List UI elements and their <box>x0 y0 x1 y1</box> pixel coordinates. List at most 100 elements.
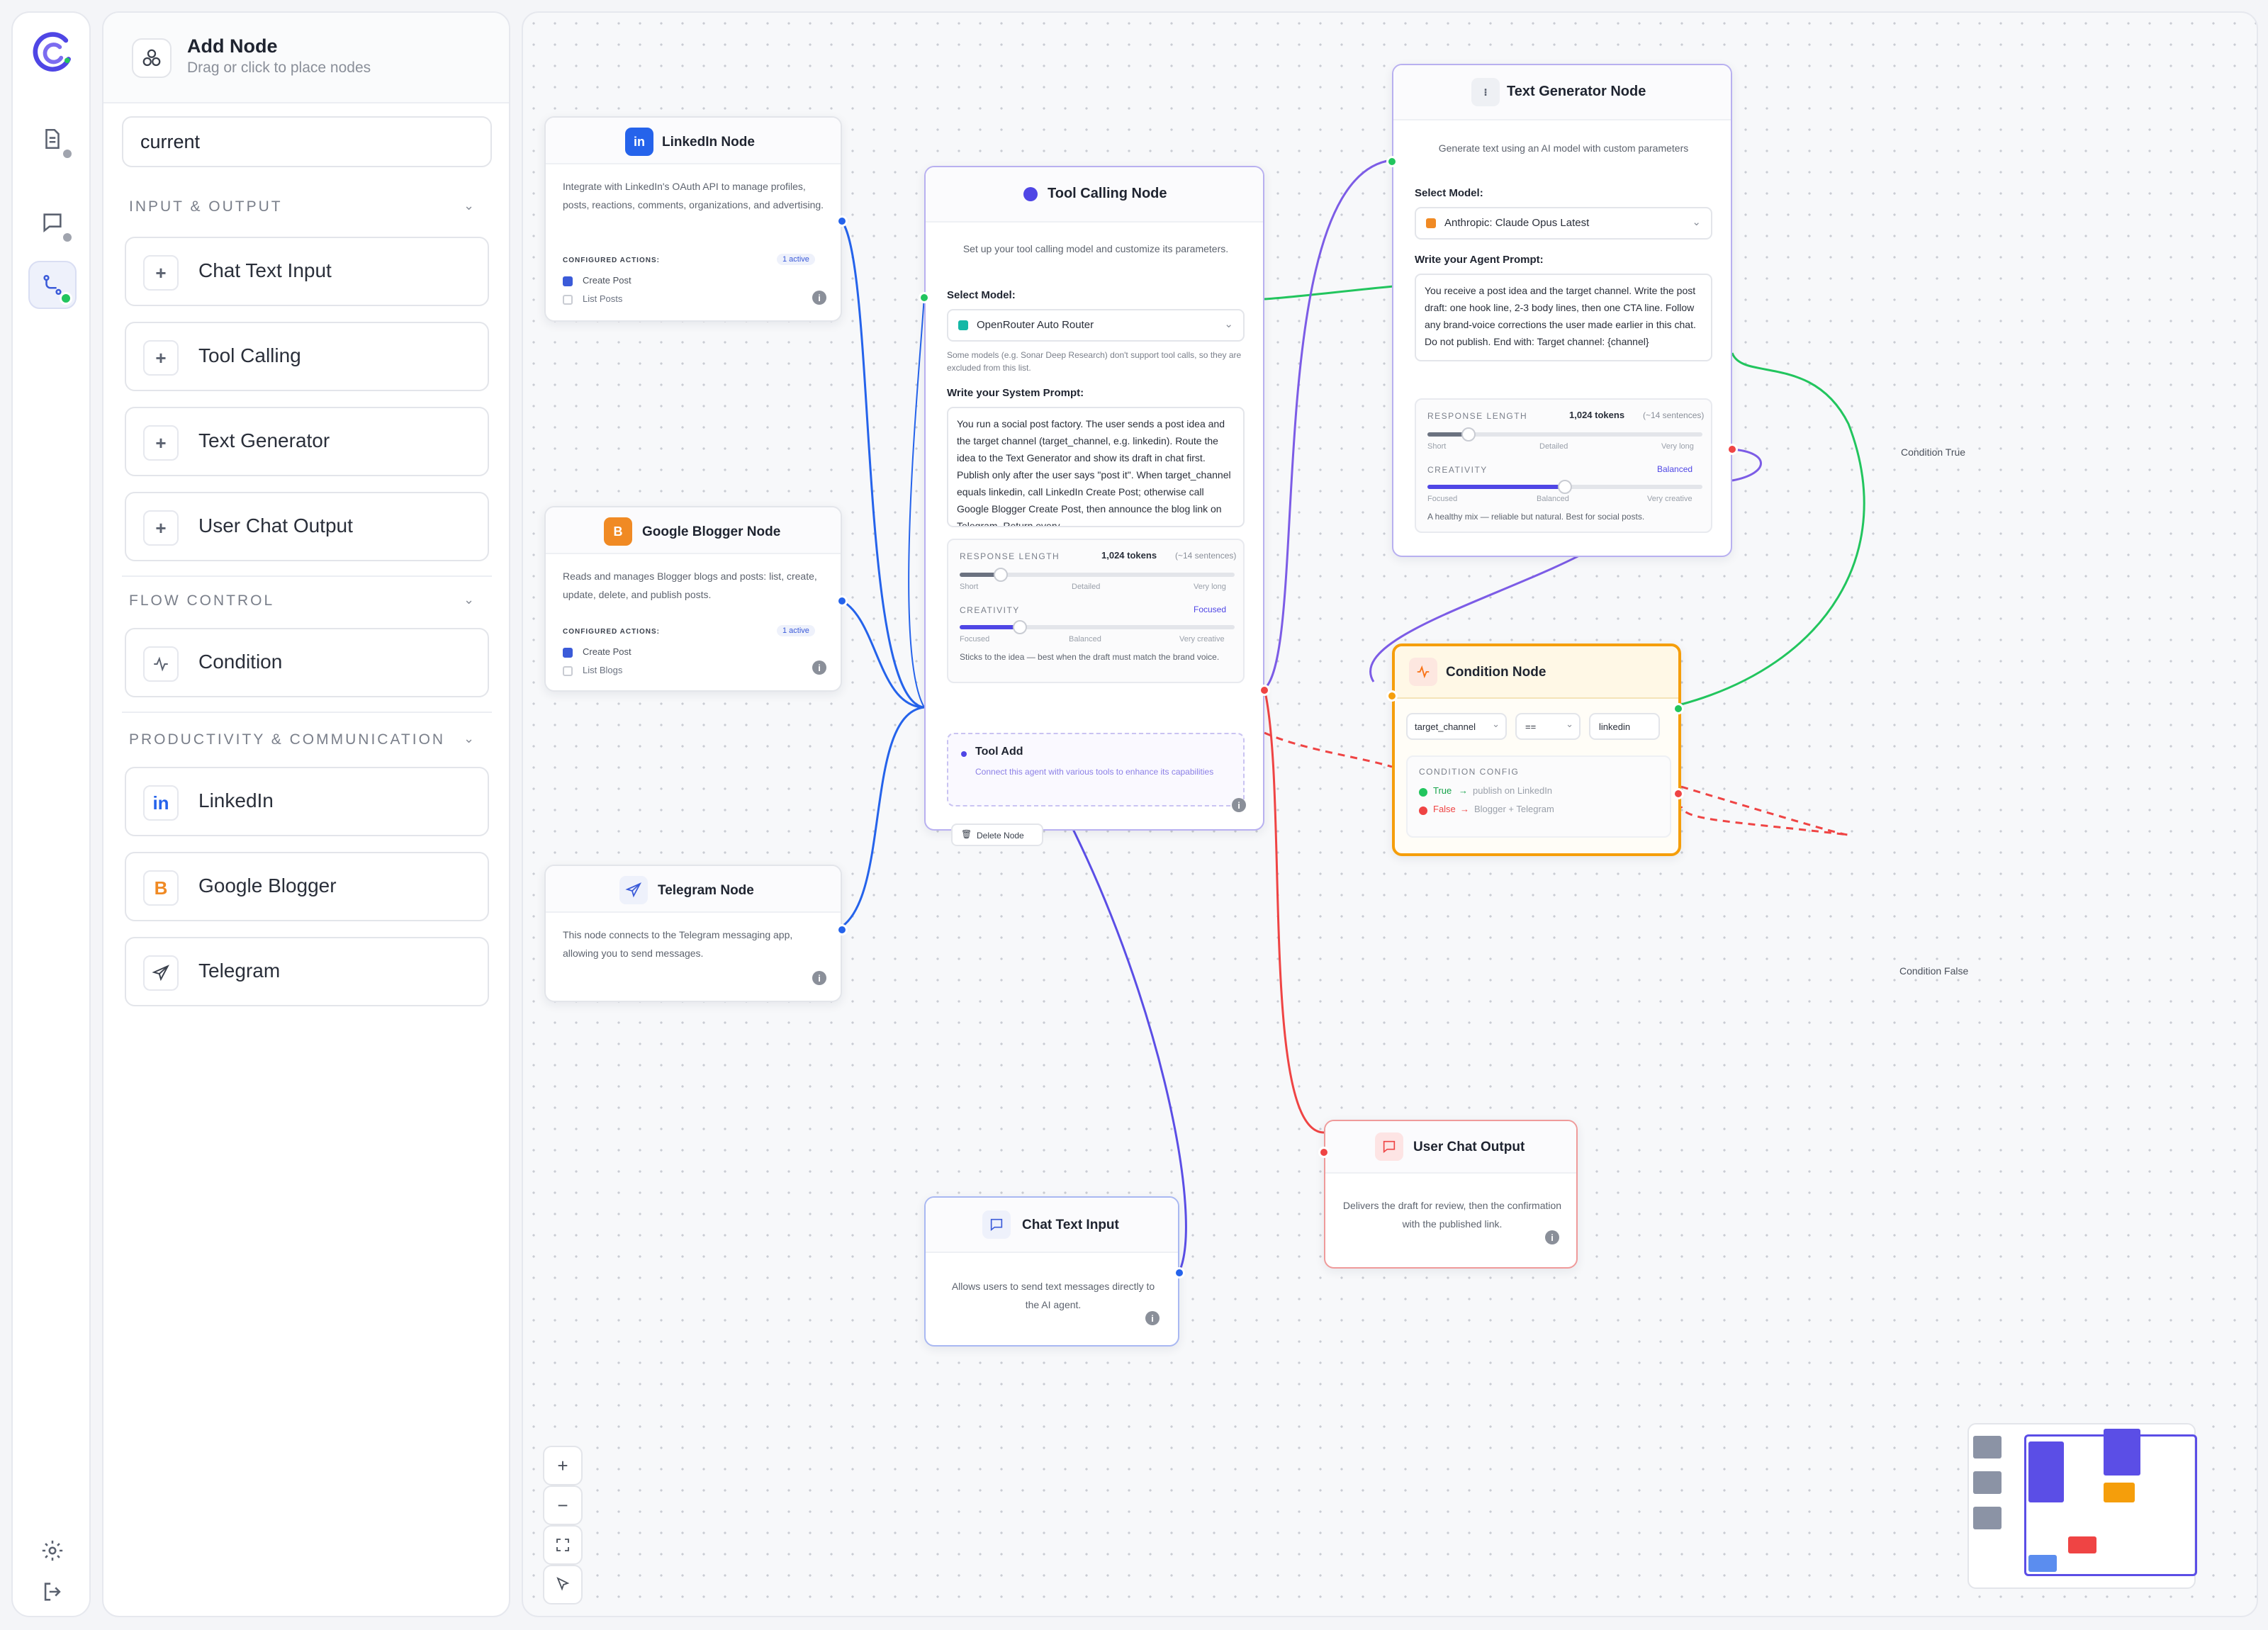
linkedin-node[interactable]: in LinkedIn Node Integrate with LinkedIn… <box>544 116 848 322</box>
info-icon[interactable]: i <box>812 661 826 675</box>
node-item-user-chat-output[interactable]: + User Chat Output <box>125 492 489 561</box>
node-item-chat-text-input[interactable]: + Chat Text Input <box>125 237 489 306</box>
arrow-right-icon: → <box>1460 804 1469 814</box>
true-target: publish on LinkedIn <box>1473 785 1553 796</box>
chat-icon[interactable] <box>28 198 77 247</box>
action-checkbox[interactable] <box>563 666 573 676</box>
output-handle[interactable] <box>836 215 848 227</box>
creativity-note: A healthy mix — reliable but natural. Be… <box>1427 512 1645 522</box>
condition-operator-select[interactable]: == ⌄ <box>1515 713 1581 740</box>
minimap[interactable] <box>1967 1423 2197 1589</box>
minimap-viewport[interactable] <box>2024 1434 2197 1576</box>
model-color-icon <box>1426 218 1436 228</box>
node-header: in LinkedIn Node <box>546 118 841 164</box>
output-handle[interactable] <box>1727 444 1738 455</box>
action-label: List Blogs <box>583 665 623 675</box>
slider-knob[interactable] <box>1461 427 1476 442</box>
delete-node-button[interactable]: 🗑 Delete Node <box>951 824 1043 846</box>
output-handle[interactable] <box>1259 685 1270 696</box>
condition-field-select[interactable]: target_channel ⌄ <box>1406 713 1507 740</box>
chevron-down-icon[interactable]: ⌄ <box>464 731 474 746</box>
documents-icon[interactable] <box>28 115 77 163</box>
text-icon: ⁝ <box>1471 78 1500 106</box>
system-prompt-textarea[interactable]: You run a social post factory. The user … <box>947 407 1245 527</box>
text-generator-node[interactable]: ⁝ Text Generator Node Generate text usin… <box>1386 64 1738 557</box>
workflow-icon[interactable] <box>28 261 77 309</box>
action-checkbox[interactable] <box>563 276 573 286</box>
node-search-input[interactable] <box>122 116 492 167</box>
telegram-node[interactable]: Telegram Node This node connects to the … <box>544 865 848 1002</box>
node-item-google-blogger[interactable]: B Google Blogger <box>125 852 489 921</box>
user-chat-output-node[interactable]: User Chat Output Delivers the draft for … <box>1318 1120 1578 1269</box>
logo-icon[interactable] <box>28 28 77 77</box>
chevron-down-icon: ⌄ <box>1692 216 1701 228</box>
node-item-telegram[interactable]: Telegram <box>125 937 489 1006</box>
condition-config-box: CONDITION CONFIG True → publish on Linke… <box>1406 755 1671 838</box>
tool-calling-node[interactable]: Tool Calling Node Set up your tool calli… <box>919 166 1270 831</box>
output-handle[interactable] <box>1174 1267 1185 1278</box>
output-handle[interactable] <box>836 595 848 607</box>
chat-text-input-node[interactable]: Chat Text Input Allows users to send tex… <box>924 1196 1185 1347</box>
slider-fill <box>960 625 1021 629</box>
chevron-down-icon[interactable]: ⌄ <box>464 198 474 213</box>
info-icon[interactable]: i <box>1545 1230 1559 1244</box>
chevron-down-icon[interactable]: ⌄ <box>464 592 474 607</box>
response-length-approx: (~14 sentences) <box>1175 551 1237 561</box>
info-icon[interactable]: i <box>812 971 826 985</box>
input-handle[interactable] <box>1318 1147 1330 1158</box>
creativity-slider[interactable] <box>1427 480 1702 494</box>
agent-prompt-textarea[interactable]: You receive a post idea and the target c… <box>1415 274 1712 361</box>
info-icon[interactable]: i <box>1232 798 1246 812</box>
tick-label: Detailed <box>1539 442 1568 451</box>
trash-icon: 🗑 <box>961 829 972 839</box>
zoom-out-button[interactable]: − <box>543 1485 583 1525</box>
section-title: INPUT & OUTPUT <box>129 198 283 215</box>
fit-view-button[interactable] <box>543 1525 583 1565</box>
model-value: OpenRouter Auto Router <box>977 319 1094 331</box>
section-title: FLOW CONTROL <box>129 592 275 609</box>
condition-value-input[interactable]: linkedin <box>1589 713 1660 740</box>
add-node-panel: Add Node Drag or click to place nodes IN… <box>102 11 510 1617</box>
false-output-handle[interactable] <box>1673 788 1684 799</box>
actions-label: CONFIGURED ACTIONS: <box>563 257 660 264</box>
model-select[interactable]: Anthropic: Claude Opus Latest ⌄ <box>1415 207 1712 240</box>
model-select[interactable]: OpenRouter Auto Router ⌄ <box>947 309 1245 342</box>
true-output-handle[interactable] <box>1673 703 1684 714</box>
zoom-in-button[interactable]: + <box>543 1446 583 1485</box>
node-item-linkedin[interactable]: in LinkedIn <box>125 767 489 836</box>
info-icon[interactable]: i <box>1145 1311 1160 1325</box>
logout-icon[interactable] <box>28 1568 77 1616</box>
creativity-slider[interactable] <box>960 620 1235 634</box>
condition-value: linkedin <box>1599 721 1631 732</box>
slider-knob[interactable] <box>994 568 1009 582</box>
slider-knob[interactable] <box>1558 480 1572 494</box>
input-handle[interactable] <box>919 292 930 303</box>
node-item-condition[interactable]: Condition <box>125 628 489 697</box>
blogger-node[interactable]: B Google Blogger Node Reads and manages … <box>544 506 848 692</box>
plus-icon: + <box>143 340 179 376</box>
condition-node[interactable]: Condition Node target_channel ⌄ == ⌄ lin… <box>1386 643 1684 856</box>
agent-dot-icon <box>1023 187 1038 201</box>
field-value: target_channel <box>1415 721 1476 732</box>
edge-textgen-loop <box>1731 448 1762 482</box>
response-length-slider[interactable] <box>960 568 1235 582</box>
telegram-icon <box>143 955 179 991</box>
interactivity-button[interactable] <box>543 1565 583 1604</box>
output-handle[interactable] <box>836 924 848 935</box>
response-length-slider[interactable] <box>1427 427 1702 442</box>
status-dot <box>60 292 72 305</box>
node-item-tool-calling[interactable]: + Tool Calling <box>125 322 489 391</box>
input-handle[interactable] <box>1386 156 1398 167</box>
node-title: User Chat Output <box>1413 1140 1525 1154</box>
slider-knob[interactable] <box>1013 620 1028 634</box>
info-icon[interactable]: i <box>812 291 826 305</box>
minimap-node <box>1973 1436 2002 1458</box>
input-handle[interactable] <box>1386 690 1398 702</box>
tick-label: Focused <box>960 635 990 643</box>
action-checkbox[interactable] <box>563 295 573 305</box>
active-badge: 1 active <box>777 254 815 265</box>
tool-add-box[interactable]: Tool Add Connect this agent with various… <box>947 733 1245 806</box>
action-checkbox[interactable] <box>563 648 573 658</box>
flow-canvas[interactable]: in LinkedIn Node Integrate with LinkedIn… <box>522 11 2258 1617</box>
node-item-text-generator[interactable]: + Text Generator <box>125 407 489 476</box>
